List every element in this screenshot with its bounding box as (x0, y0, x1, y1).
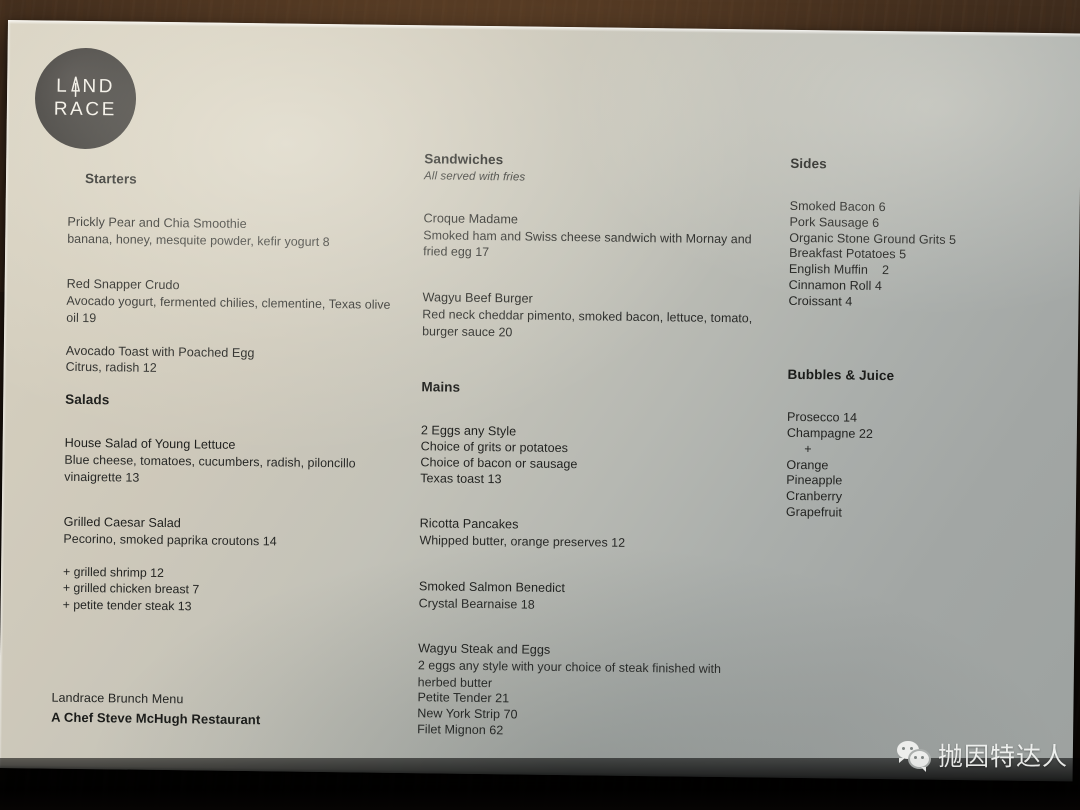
logo-text-nd: ND (82, 76, 116, 98)
footer-menu-title: Landrace Brunch Menu (51, 690, 184, 707)
menu-item: Grilled Caesar Salad Pecorino, smoked pa… (63, 514, 403, 552)
logo-text-ace: ACE (69, 98, 118, 120)
item-description: Pecorino, smoked paprika croutons 14 (63, 531, 277, 549)
screenshot-root: L ND R ACE Starters Prickly Pear and Chi… (0, 0, 1080, 810)
menu-card: L ND R ACE Starters Prickly Pear and Chi… (0, 20, 1080, 782)
section-heading-mains: Mains (421, 379, 461, 395)
logo-line-land: L ND (56, 76, 115, 99)
menu-item: Red Snapper Crudo Avocado yogurt, fermen… (66, 276, 407, 330)
item-detail-line: Filet Mignon 62 (417, 722, 504, 738)
menu-column-left: Starters Prickly Pear and Chia Smoothie … (63, 171, 409, 618)
section-heading-sides: Sides (790, 155, 827, 172)
wechat-icon (896, 741, 931, 772)
menu-footer: Landrace Brunch Menu A Chef Steve McHugh… (51, 689, 261, 730)
section-heading-salads: Salads (65, 391, 110, 408)
salad-addons: + grilled shrimp 12 + grilled chicken br… (63, 563, 404, 617)
item-description: 2 eggs any style with your choice of ste… (417, 658, 722, 690)
sides-list: Smoked Bacon 6 Pork Sausage 6 Organic St… (788, 199, 1059, 313)
menu-item: Avocado Toast with Poached Egg Citrus, r… (66, 342, 406, 380)
item-description: Citrus, radish 12 (65, 360, 157, 376)
menu-column-middle: Sandwiches All served with fries Croque … (417, 151, 760, 758)
wechat-watermark: 抛因特达人 (896, 737, 1068, 773)
menu-item: 2 Eggs any Style Choice of grits or pota… (420, 422, 756, 490)
menu-item: Prickly Pear and Chia Smoothie banana, h… (67, 214, 407, 252)
bubbles-juice-list: Prosecco 14 Champagne 22 + Orange Pineap… (786, 410, 1057, 524)
watermark-text: 抛因特达人 (937, 742, 1068, 771)
fork-sprout-svg (71, 77, 81, 98)
footer-chef-credit: A Chef Steve McHugh Restaurant (51, 709, 261, 727)
logo-text-r: R (53, 98, 71, 120)
item-description: Avocado yogurt, fermented chilies, cleme… (66, 294, 391, 326)
menu-item: Wagyu Beef Burger Red neck cheddar pimen… (422, 289, 758, 343)
menu-item: Croque Madame Smoked ham and Swiss chees… (423, 210, 759, 264)
item-description: Whipped butter, orange preserves 12 (419, 533, 626, 550)
item-detail-line: Texas toast 13 (420, 470, 502, 486)
list-item: Grapefruit (785, 504, 843, 520)
menu-item: Wagyu Steak and Eggs 2 eggs any style wi… (417, 640, 753, 742)
addon-line: + petite tender steak 13 (62, 597, 192, 614)
item-description: Smoked ham and Swiss cheese sandwich wit… (423, 228, 752, 260)
item-description: Crystal Bearnaise 18 (418, 595, 535, 612)
list-item: Champagne 22 (786, 425, 874, 441)
menu-item: Ricotta Pancakes Whipped butter, orange … (419, 516, 754, 554)
section-heading-starters: Starters (84, 170, 137, 187)
menu-column-right: Sides Smoked Bacon 6 Pork Sausage 6 Orga… (786, 156, 1061, 524)
menu-item: House Salad of Young Lettuce Blue cheese… (64, 435, 405, 489)
logo-text-l: L (56, 76, 70, 98)
logo-line-race: R ACE (54, 98, 117, 121)
section-subheading-sandwiches: All served with fries (423, 170, 526, 184)
wechat-bubble-small (907, 749, 931, 772)
section-heading-sandwiches: Sandwiches (424, 151, 504, 168)
section-heading-bubbles-juice: Bubbles & Juice (787, 367, 895, 384)
landrace-logo: L ND R ACE (34, 47, 137, 150)
item-description: banana, honey, mesquite powder, kefir yo… (67, 231, 330, 249)
menu-item: Smoked Salmon Benedict Crystal Bearnaise… (419, 578, 754, 616)
item-description: Red neck cheddar pimento, smoked bacon, … (422, 307, 753, 339)
item-description: Blue cheese, tomatoes, cucumbers, radish… (64, 452, 356, 485)
